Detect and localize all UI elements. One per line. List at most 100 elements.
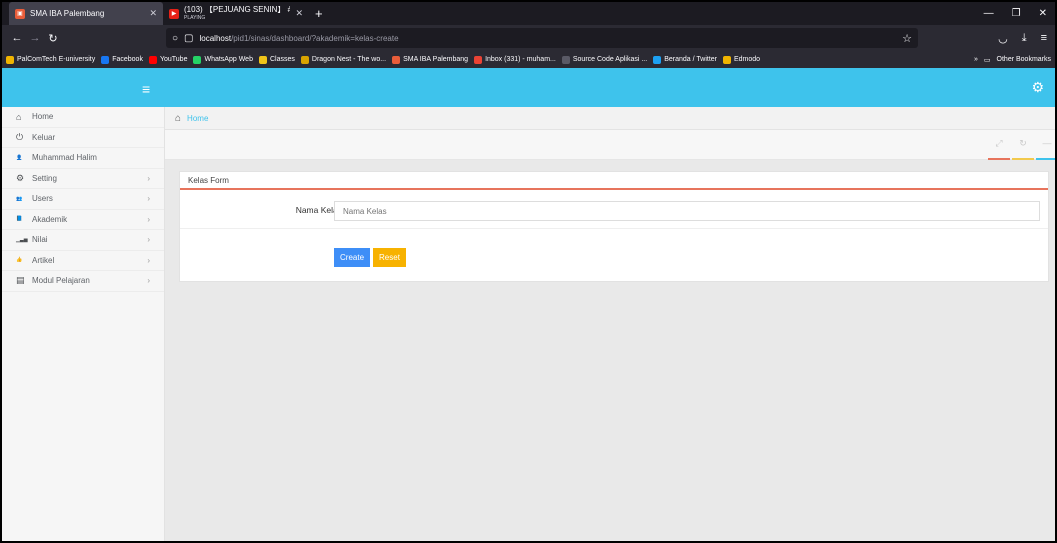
- chevron-right-icon: ›: [147, 173, 150, 183]
- reload-icon[interactable]: ↻: [44, 32, 62, 45]
- pocket-icon[interactable]: ◡: [998, 32, 1008, 45]
- sidebar-item-label: Modul Pelajaran: [32, 276, 90, 286]
- bookmark-item[interactable]: Dragon Nest - The wo...: [300, 55, 387, 64]
- sidebar-item-artikel[interactable]: 👍 Artikel ›: [2, 251, 164, 271]
- nama-kelas-input[interactable]: [334, 201, 1040, 221]
- sidebar-item-muhammad-halim[interactable]: 👤 Muhammad Halim: [2, 148, 164, 169]
- bookmark-label: Dragon Nest - The wo...: [311, 56, 387, 63]
- back-icon[interactable]: ←: [8, 32, 26, 44]
- sidebar-item-setting[interactable]: ⚙ Setting ›: [2, 169, 164, 189]
- bookmark-label: Edmodo: [734, 56, 761, 63]
- bar-chart-icon: ▁▃▅: [16, 236, 28, 243]
- header-side-block: [2, 68, 165, 107]
- sidebar-item-label: Nilai: [32, 235, 48, 245]
- power-icon: ⏻: [16, 131, 24, 142]
- bookmark-item[interactable]: Beranda / Twitter: [653, 55, 717, 64]
- url-bar[interactable]: ○ ▢ localhost/pid1/sinas/dashboard/?akad…: [166, 28, 918, 48]
- sidebar-item-label: Muhammad Halim: [32, 153, 97, 163]
- chevron-right-icon: ›: [147, 235, 150, 245]
- sidebar-item-label: Home: [32, 112, 54, 122]
- bookmark-favicon-icon: [101, 55, 110, 64]
- app-header: ≡ ⚙: [2, 68, 1055, 107]
- thumbs-up-icon: 👍: [16, 257, 23, 264]
- user-icon: 👤: [16, 154, 23, 161]
- hamburger-menu-icon[interactable]: ≡: [142, 81, 150, 97]
- navigation-bar: ← → ↻ ○ ▢ localhost/pid1/sinas/dashboard…: [2, 25, 1055, 51]
- main-content: ⌂ Home ⤢ ↻ — Kelas Form Nama Kelas Creat…: [165, 107, 1055, 541]
- bookmark-item[interactable]: PalComTech E-university: [6, 55, 96, 64]
- home-icon: ⌂: [16, 111, 22, 122]
- sidebar-item-akademik[interactable]: 📘 Akademik ›: [2, 210, 164, 230]
- shield-icon[interactable]: ○: [172, 33, 178, 44]
- bookmark-item[interactable]: WhatsApp Web: [193, 55, 253, 64]
- bookmark-favicon-icon: [392, 55, 401, 64]
- sidebar-item-keluar[interactable]: ⏻ Keluar: [2, 128, 164, 148]
- sidebar-item-home[interactable]: ⌂ Home: [2, 107, 164, 128]
- breadcrumb-home-icon: ⌂: [175, 112, 182, 124]
- bookmark-item[interactable]: Source Code Aplikasi ...: [561, 55, 648, 64]
- tab-title-text: (103) 【PEJUANG SENIN】 #10: [184, 5, 291, 14]
- bookmark-label: PalComTech E-university: [17, 56, 96, 63]
- bookmark-star-icon[interactable]: ☆: [902, 32, 912, 45]
- tab-youtube[interactable]: ▶ (103) 【PEJUANG SENIN】 #10 PLAYING ✕: [163, 2, 309, 25]
- overflow-chevron-icon[interactable]: »: [974, 56, 978, 63]
- chevron-right-icon: ›: [147, 276, 150, 286]
- sidebar-item-users[interactable]: 👥 Users ›: [2, 189, 164, 210]
- bookmark-favicon-icon: [474, 55, 483, 64]
- school-favicon-icon: ▣: [15, 8, 25, 19]
- sidebar-item-label: Users: [32, 194, 53, 204]
- url-path: /pid1/sinas/dashboard/?akademik=kelas-cr…: [231, 33, 399, 43]
- bookmark-item[interactable]: Edmodo: [723, 55, 761, 64]
- restore-icon[interactable]: ❐: [1012, 8, 1021, 19]
- bookmark-item[interactable]: YouTube: [148, 55, 187, 64]
- bookmark-label: Facebook: [112, 56, 143, 63]
- bookmark-item[interactable]: SMA IBA Palembang: [392, 55, 468, 64]
- sidebar-item-nilai[interactable]: ▁▃▅ Nilai ›: [2, 230, 164, 251]
- bookmark-favicon-icon: [148, 55, 157, 64]
- tab-sma-iba[interactable]: ▣ SMA IBA Palembang ✕: [9, 2, 163, 25]
- fullscreen-icon[interactable]: ⤢: [987, 136, 1011, 160]
- bookmarks-bar: PalComTech E-university Facebook YouTube Wh…: [2, 51, 1055, 68]
- url-text[interactable]: localhost/pid1/sinas/dashboard/?akademik…: [200, 34, 399, 43]
- forward-icon[interactable]: →: [26, 32, 44, 44]
- kelas-form-card: Kelas Form Nama Kelas Create Reset: [179, 171, 1049, 282]
- tab-bar: ▣ SMA IBA Palembang ✕ ▶ (103) 【PEJUANG S…: [2, 2, 1055, 25]
- sidebar-item-modul-pelajaran[interactable]: ▤ Modul Pelajaran ›: [2, 271, 164, 292]
- other-bookmarks-label[interactable]: Other Bookmarks: [997, 56, 1051, 63]
- bookmark-favicon-icon: [193, 55, 202, 64]
- settings-gear-icon[interactable]: ⚙: [1031, 79, 1044, 96]
- download-icon[interactable]: ⤓: [1022, 32, 1027, 45]
- breadcrumb: ⌂ Home: [165, 107, 1055, 130]
- bookmark-favicon-icon: [653, 55, 662, 64]
- bookmark-label: Beranda / Twitter: [664, 56, 717, 63]
- chevron-right-icon: ›: [147, 214, 150, 224]
- refresh-icon[interactable]: ↻: [1011, 136, 1035, 160]
- youtube-favicon-icon: ▶: [169, 8, 179, 19]
- browser-window: ▣ SMA IBA Palembang ✕ ▶ (103) 【PEJUANG S…: [0, 0, 1057, 543]
- close-tab-icon[interactable]: ✕: [295, 8, 303, 19]
- sidebar-item-label: Akademik: [32, 214, 68, 224]
- close-window-icon[interactable]: ✕: [1039, 8, 1047, 19]
- bookmark-item[interactable]: Classes: [258, 55, 295, 64]
- create-button[interactable]: Create: [334, 248, 371, 267]
- users-icon: 👥: [16, 195, 23, 202]
- bookmark-item[interactable]: Inbox (331) - muham...: [474, 55, 556, 64]
- new-tab-button[interactable]: +: [309, 6, 329, 21]
- minimize-icon[interactable]: —: [984, 8, 994, 19]
- bookmark-item[interactable]: Facebook: [101, 55, 143, 64]
- page-info-icon[interactable]: ▢: [184, 33, 193, 44]
- reset-button[interactable]: Reset: [373, 248, 406, 267]
- chevron-right-icon: ›: [147, 255, 150, 265]
- bookmark-favicon-icon: [258, 55, 267, 64]
- breadcrumb-home-link[interactable]: Home: [187, 114, 208, 123]
- gear-icon: ⚙: [16, 172, 25, 183]
- bookmark-label: Source Code Aplikasi ...: [572, 56, 648, 63]
- url-host: localhost: [199, 33, 232, 43]
- collapse-icon[interactable]: —: [1035, 136, 1055, 160]
- bookmark-favicon-icon: [6, 55, 14, 64]
- bookmark-label: Inbox (331) - muham...: [485, 56, 556, 63]
- window-controls: — ❐ ✕: [984, 2, 1047, 25]
- bookmark-label: WhatsApp Web: [204, 56, 253, 63]
- menu-icon[interactable]: ≡: [1041, 32, 1047, 44]
- close-tab-icon[interactable]: ✕: [149, 8, 157, 19]
